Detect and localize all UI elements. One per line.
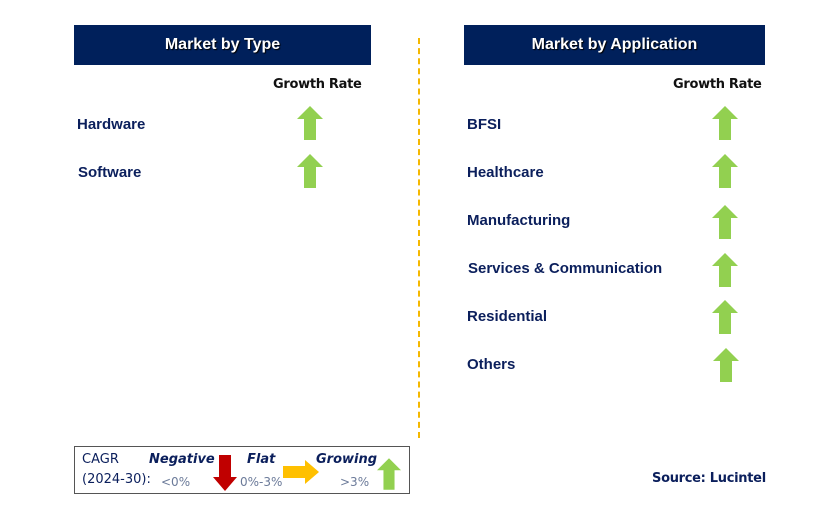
up-arrow-icon [712,106,738,140]
down-arrow-icon [213,455,237,491]
type-panel-header: Market by Type [74,25,371,65]
legend-flat-range: 0%-3% [240,475,283,489]
up-arrow-icon [712,253,738,287]
type-growth-rate-header: Growth Rate [273,77,362,92]
application-item-label: Others [467,356,516,373]
source-note: Source: Lucintel [652,471,766,486]
cagr-legend: CAGR (2024-30): Negative <0% Flat 0%-3% … [74,446,410,494]
legend-flat-label: Flat [247,452,276,467]
up-arrow-icon [712,300,738,334]
application-panel-header: Market by Application [464,25,765,65]
up-arrow-icon [297,154,323,188]
legend-growing-range: >3% [340,475,370,489]
up-arrow-icon [712,154,738,188]
application-item-label: Services & Communication [468,260,663,277]
right-arrow-icon [283,460,319,484]
up-arrow-icon [712,205,738,239]
application-growth-rate-header: Growth Rate [673,77,762,92]
legend-negative-range: <0% [161,475,191,489]
legend-cagr-label: CAGR [82,452,119,467]
up-arrow-icon [297,106,323,140]
type-item-label: Hardware [77,116,146,133]
legend-growing-label: Growing [316,452,378,467]
type-item-label: Software [78,164,142,181]
up-arrow-icon [713,348,739,382]
application-item-label: Manufacturing [467,212,571,229]
panel-divider [418,38,420,438]
application-item-label: BFSI [467,116,502,133]
legend-negative-label: Negative [149,452,215,467]
up-arrow-icon [377,458,401,490]
legend-period: (2024-30): [82,472,151,487]
application-item-label: Residential [467,308,548,325]
application-item-label: Healthcare [467,164,544,181]
